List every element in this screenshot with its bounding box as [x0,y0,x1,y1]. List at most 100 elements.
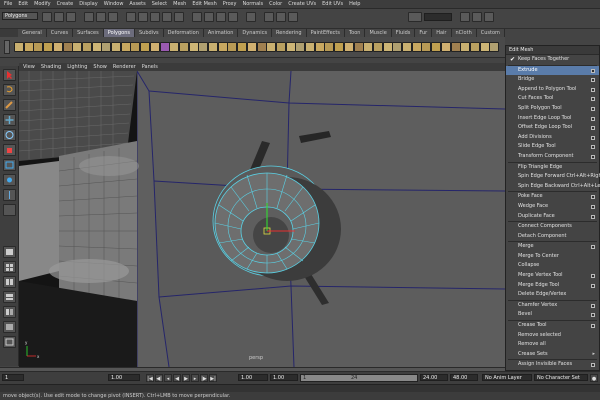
input-line-field[interactable] [424,13,452,21]
make-hole-icon[interactable] [227,42,238,52]
separate-icon[interactable] [140,42,151,52]
menu-item-append-to-polygon-tool[interactable]: Append to Polygon Tool [506,85,599,95]
layout-persp-graph-icon[interactable] [3,306,16,318]
step-back-frame-button[interactable]: ◂ [164,374,172,382]
menu-item-duplicate-face[interactable]: Duplicate Face [506,212,599,222]
snap-curve-icon[interactable] [204,12,214,22]
menu-item-remove-selected[interactable]: Remove selected [506,331,599,341]
poly-cube-icon[interactable] [23,42,34,52]
last-tool-icon[interactable] [3,204,16,216]
quadrangulate-icon[interactable] [208,42,218,52]
menu-item-add-divisions[interactable]: Add Divisions [506,133,599,143]
layout-hypershade-icon[interactable] [3,321,16,333]
layout-four-icon[interactable] [3,261,16,273]
layout-single-icon[interactable] [3,246,16,258]
reverse-icon[interactable] [431,42,442,52]
panel-menu-renderer[interactable]: Renderer [113,64,136,70]
menu-mesh[interactable]: Mesh [173,1,186,7]
poly-cone-icon[interactable] [43,42,54,52]
tool-settings-icon[interactable] [472,12,482,22]
render-settings-icon[interactable] [288,12,298,22]
extract-icon[interactable] [149,42,160,52]
menu-display[interactable]: Display [79,1,97,7]
automatic-map-icon[interactable] [489,42,500,52]
menu-create[interactable]: Create [57,1,74,7]
mirror-icon[interactable] [440,42,451,52]
menu-item-chamfer-vertex[interactable]: Chamfer Vertex [506,301,599,311]
option-box-icon[interactable] [591,363,595,368]
step-forward-key-button[interactable]: |▶ [200,374,208,382]
scale-tool-icon[interactable] [3,144,16,156]
select-object-icon[interactable] [96,12,106,22]
menu-item-extrude[interactable]: Extrude [506,65,599,76]
shelf-tab-subdivs[interactable]: Subdivs [135,29,164,37]
menu-item-wedge-face[interactable]: Wedge Face [506,202,599,212]
new-scene-icon[interactable] [42,12,52,22]
soften-edge-icon[interactable] [402,42,412,52]
panel-menu-view[interactable]: View [23,64,35,70]
menu-select[interactable]: Select [152,1,167,7]
mode-selector[interactable]: Polygons [2,12,38,20]
shelf-tab-general[interactable]: General [18,29,47,37]
menu-item-keep-faces-together[interactable]: Keep Faces Together ✔ [506,55,599,65]
soft-modification-icon[interactable] [3,174,16,186]
shelf-tab-fluids[interactable]: Fluids [391,29,416,37]
shelf-tab-custom[interactable]: Custom [476,29,505,37]
menu-item-delete-edge-vertex[interactable]: Delete Edge/Vertex [506,290,599,300]
menu-create-uvs[interactable]: Create UVs [288,1,316,7]
menu-item-merge-to-center[interactable]: Merge To Center [506,252,599,262]
combine-icon[interactable] [130,42,141,52]
snap-plane-icon[interactable] [228,12,238,22]
menu-item-poke-face[interactable]: Poke Face [506,192,599,202]
step-back-key-button[interactable]: ◀| [155,374,163,382]
split-polygon-icon[interactable] [256,42,267,52]
channel-box-icon[interactable] [484,12,494,22]
poly-helix-icon[interactable] [101,42,112,52]
shelf-tab-deformation[interactable]: Deformation [163,29,204,37]
show-manipulator-icon[interactable] [3,189,16,201]
mask-uv-icon[interactable] [174,12,184,22]
playback-end-field[interactable]: 48.00 [450,374,478,381]
select-component-icon[interactable] [108,12,118,22]
current-frame-field[interactable]: 1 [2,374,24,381]
option-box-icon[interactable] [591,87,595,92]
option-box-icon[interactable] [591,68,595,73]
menu-item-merge[interactable]: Merge [506,242,599,252]
poly-cylinder-icon[interactable] [33,42,44,52]
paint-select-tool-icon[interactable] [3,99,16,111]
poly-pyramid-icon[interactable] [81,42,92,52]
collapse-icon[interactable] [363,42,374,52]
offset-edge-loop-icon[interactable] [275,42,286,52]
go-to-start-button[interactable]: |◀ [146,374,154,382]
poly-torus-icon[interactable] [62,42,73,52]
shelf-tab-hair[interactable]: Hair [432,29,452,37]
range-start-field[interactable]: 1.00 [238,374,268,381]
option-box-icon[interactable] [591,313,595,318]
create-polygon-icon[interactable] [237,42,248,52]
snap-grid-icon[interactable] [192,12,202,22]
fill-hole-icon[interactable] [217,42,228,52]
shelf-tab-rendering[interactable]: Rendering [272,29,307,37]
mask-edge-icon[interactable] [150,12,160,22]
ipr-render-icon[interactable] [276,12,286,22]
option-box-icon[interactable] [591,274,595,279]
duplicate-face-icon[interactable] [343,42,354,52]
step-forward-frame-button[interactable]: ▸ [191,374,199,382]
uv-editor-icon[interactable] [450,42,461,52]
select-hierarchy-icon[interactable] [84,12,94,22]
universal-manipulator-icon[interactable] [3,159,16,171]
bevel-icon[interactable] [314,42,325,52]
option-box-icon[interactable] [591,214,595,219]
menu-item-connect-components[interactable]: Connect Components [506,222,599,232]
crease-icon[interactable] [392,42,403,52]
range-start-field-2[interactable]: 1.00 [270,374,298,381]
menu-item-detach-component[interactable]: Detach Component [506,232,599,242]
layout-two-icon[interactable] [3,276,16,288]
poke-icon[interactable] [334,42,345,52]
option-box-icon[interactable] [591,106,595,111]
shelf-tab-animation[interactable]: Animation [203,29,239,37]
layout-persp-outliner-icon[interactable] [3,291,16,303]
mask-face-icon[interactable] [162,12,172,22]
option-box-icon[interactable] [591,135,595,140]
append-polygon-icon[interactable] [246,42,257,52]
